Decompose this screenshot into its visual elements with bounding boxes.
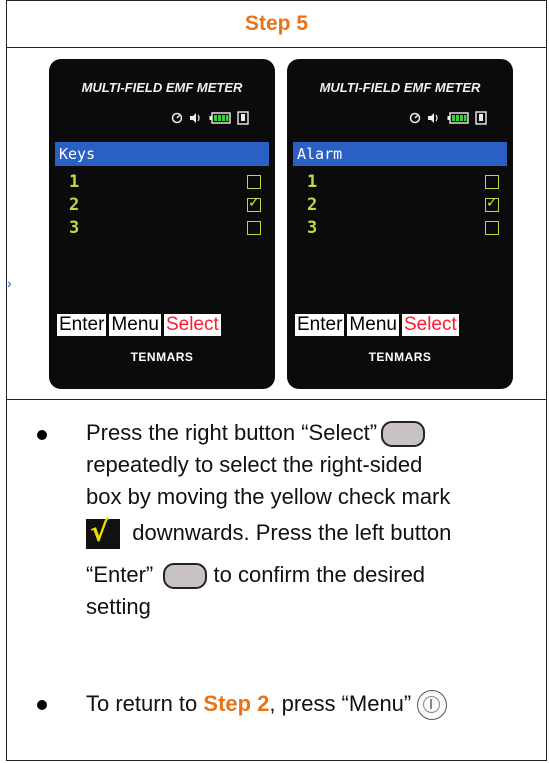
brand-logo: TENMARS: [368, 350, 432, 364]
status-icons: [409, 111, 487, 125]
bullet-icon: [37, 700, 47, 710]
list-item: 3: [69, 218, 261, 238]
speaker-icon: [190, 113, 200, 123]
softkey-bar: Enter Menu Select: [295, 314, 507, 336]
device-screen-alarm: MULTI-FIELD EMF METER Alarm 1 2 ✓ 3 Ente…: [287, 59, 513, 389]
checkbox: [247, 221, 261, 235]
status-icons: [171, 111, 249, 125]
select-softkey[interactable]: Select: [401, 314, 459, 336]
checkbox-checked: ✓: [485, 195, 499, 212]
list-item: 3: [307, 218, 499, 238]
menu-softkey[interactable]: Menu: [109, 314, 161, 336]
timer-icon: [409, 112, 421, 124]
menu-heading: Keys: [55, 142, 269, 166]
plug-icon: [237, 111, 249, 125]
list-item: 1: [307, 172, 499, 192]
battery-icon: [447, 112, 469, 124]
list-item: 1: [69, 172, 261, 192]
step-title: Step 5: [7, 1, 546, 48]
checkbox: [247, 175, 261, 189]
softkey-bar: Enter Menu Select: [57, 314, 269, 336]
power-button-icon: [417, 690, 448, 721]
battery-icon: [209, 112, 231, 124]
select-softkey[interactable]: Select: [163, 314, 221, 336]
list-item: 2 ✓: [307, 195, 499, 215]
step-card: Step 5 › MULTI-FIELD EMF METER Keys 1 2 …: [6, 0, 547, 761]
menu-softkey[interactable]: Menu: [347, 314, 399, 336]
instruction-return: To return to Step 2, press “Menu”: [86, 688, 536, 721]
enter-softkey[interactable]: Enter: [295, 314, 345, 336]
list-item: 2 ✓: [69, 195, 261, 215]
instruction-select: Press the right button “Select” repeated…: [86, 420, 452, 620]
brand-logo: TENMARS: [130, 350, 194, 364]
device-images: › MULTI-FIELD EMF METER Keys 1 2 ✓ 3 Ent…: [7, 47, 546, 400]
check-icon: ✓: [486, 195, 498, 211]
device-title: MULTI-FIELD EMF METER: [81, 80, 243, 95]
checkbox: [485, 175, 499, 189]
yellow-check-icon: √: [86, 517, 120, 550]
checkbox-checked: ✓: [247, 195, 261, 212]
menu-heading: Alarm: [293, 142, 507, 166]
device-screen-keys: MULTI-FIELD EMF METER Keys 1 2 ✓ 3 Enter…: [49, 59, 275, 389]
oval-button-icon: [163, 563, 208, 590]
checkbox: [485, 221, 499, 235]
bullet-icon: [37, 430, 47, 440]
oval-button-icon: [381, 421, 426, 448]
enter-softkey[interactable]: Enter: [57, 314, 107, 336]
speaker-icon: [428, 113, 438, 123]
timer-icon: [171, 112, 183, 124]
plug-icon: [475, 111, 487, 125]
device-title: MULTI-FIELD EMF METER: [319, 80, 481, 95]
arrow-icon: ›: [7, 275, 12, 291]
check-icon: ✓: [248, 195, 260, 211]
